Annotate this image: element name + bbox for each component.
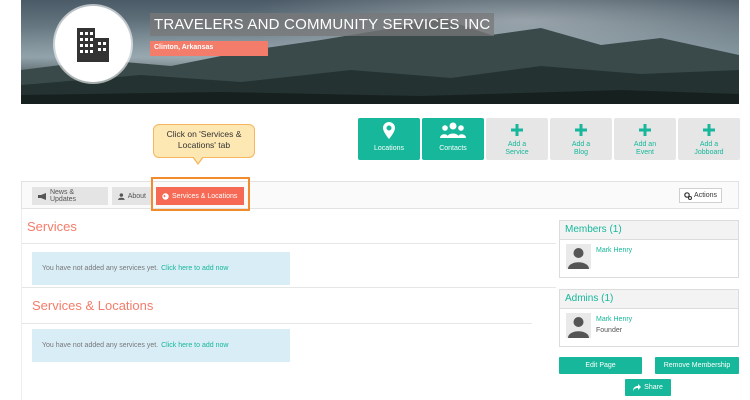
tab-news-updates[interactable]: News & Updates — [32, 187, 108, 205]
callout-arrow-fill — [193, 156, 203, 163]
user-silhouette-icon — [568, 248, 589, 269]
contacts-tile[interactable]: Contacts — [422, 118, 484, 160]
admin-name-link[interactable]: Mark Henry — [596, 316, 632, 323]
tile-label: Contacts — [439, 145, 467, 152]
profile-tab-bar: News & Updates About Services & Location… — [21, 181, 739, 209]
org-location: Clinton, Arkansas — [150, 41, 268, 56]
share-icon — [633, 384, 642, 391]
plus-icon — [639, 124, 651, 136]
admins-title: Admins (1) — [560, 290, 738, 309]
divider — [22, 323, 532, 324]
add-service-tile[interactable]: Add a Service — [486, 118, 548, 160]
plus-icon — [511, 124, 523, 136]
add-jobboard-tile[interactable]: Add a Jobboard — [678, 118, 740, 160]
member-item: Mark Henry — [566, 244, 632, 269]
empty-text: You have not added any services yet. — [42, 265, 159, 272]
org-logo — [55, 6, 131, 82]
tab-label: News & Updates — [49, 189, 77, 203]
tab-highlight-box — [151, 177, 250, 211]
callout-line-1: Click on 'Services & — [166, 129, 242, 139]
member-name-link[interactable]: Mark Henry — [596, 247, 632, 254]
services-title: Services — [27, 219, 77, 234]
members-title: Members (1) — [560, 221, 738, 240]
admins-panel: Admins (1) Mark Henry Founder — [559, 289, 739, 347]
admin-role: Founder — [596, 327, 623, 334]
tile-label: Add a Jobboard — [694, 141, 724, 156]
cover-banner: TRAVELERS AND COMMUNITY SERVICES INC Cli… — [21, 0, 739, 104]
divider — [22, 243, 556, 244]
users-icon — [440, 122, 466, 138]
tile-label: Add a Blog — [571, 141, 591, 156]
add-blog-tile[interactable]: Add a Blog — [550, 118, 612, 160]
map-pin-icon — [383, 121, 395, 139]
services-locations-title: Services & Locations — [32, 298, 154, 313]
locations-empty-notice: You have not added any services yet. Cli… — [32, 329, 290, 362]
instruction-callout: Click on 'Services & Locations' tab — [153, 124, 255, 158]
remove-membership-button[interactable]: Remove Membership — [655, 357, 739, 374]
divider — [22, 287, 556, 288]
org-name: TRAVELERS AND COMMUNITY SERVICES INC — [150, 13, 495, 36]
locations-tile[interactable]: Locations — [358, 118, 420, 160]
actions-button[interactable]: Actions — [679, 188, 722, 203]
add-locations-link[interactable]: Click here to add now — [161, 342, 228, 349]
action-tiles: Locations Contacts Add a Service Add a B… — [358, 118, 740, 160]
tab-label: About — [127, 192, 146, 200]
tile-label: Add a Service — [505, 141, 529, 156]
share-label: Share — [644, 384, 663, 391]
user-icon — [118, 192, 125, 200]
plus-icon — [575, 124, 587, 136]
actions-label: Actions — [694, 192, 717, 199]
tile-label: Add an Event — [633, 141, 657, 156]
tile-label: Locations — [374, 145, 404, 152]
admin-item: Mark Henry Founder — [566, 313, 632, 338]
edit-page-button[interactable]: Edit Page — [559, 357, 642, 374]
tab-about[interactable]: About — [112, 187, 152, 205]
gears-icon — [684, 191, 693, 200]
main-content: Services You have not added any services… — [21, 209, 556, 400]
user-silhouette-icon — [568, 317, 589, 338]
avatar — [566, 244, 591, 269]
building-icon — [77, 28, 109, 62]
avatar — [566, 313, 591, 338]
add-services-link[interactable]: Click here to add now — [161, 265, 228, 272]
callout-line-2: Locations' tab — [177, 140, 231, 150]
share-button[interactable]: Share — [625, 379, 671, 396]
add-event-tile[interactable]: Add an Event — [614, 118, 676, 160]
plus-icon — [703, 124, 715, 136]
services-empty-notice: You have not added any services yet. Cli… — [32, 252, 290, 285]
members-panel: Members (1) Mark Henry — [559, 220, 739, 278]
empty-text: You have not added any services yet. — [42, 342, 159, 349]
megaphone-icon — [38, 192, 46, 200]
